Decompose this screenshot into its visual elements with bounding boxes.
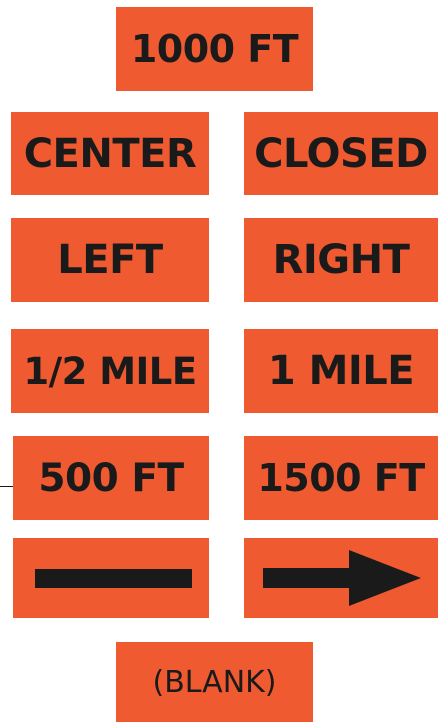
sign-right: RIGHT <box>244 218 438 302</box>
sign-center-label: CENTER <box>23 130 197 177</box>
sign-1000-ft: 1000 FT <box>116 7 313 91</box>
sign-1500-ft: 1500 FT <box>244 436 438 520</box>
sign-arrow <box>244 538 438 618</box>
sign-500-ft: 500 FT <box>13 436 209 520</box>
sign-closed: CLOSED <box>244 112 438 195</box>
sign-closed-label: CLOSED <box>254 130 428 177</box>
sign-right-label: RIGHT <box>272 237 410 283</box>
right-arrow-icon <box>263 550 421 606</box>
leader-line <box>0 486 13 487</box>
sign-center: CENTER <box>11 112 209 195</box>
sign-bar <box>13 538 209 618</box>
sign-left: LEFT <box>11 218 209 302</box>
horizontal-bar-icon <box>35 569 192 588</box>
sign-one-mile: 1 MILE <box>244 329 438 413</box>
sign-500-ft-label: 500 FT <box>38 455 184 501</box>
sign-one-mile-label: 1 MILE <box>267 348 415 394</box>
sign-blank-label: (BLANK) <box>152 664 277 700</box>
sign-half-mile-label: 1/2 MILE <box>23 349 197 393</box>
sign-left-label: LEFT <box>57 237 163 283</box>
sign-1500-ft-label: 1500 FT <box>257 456 425 500</box>
sign-1000-ft-label: 1000 FT <box>130 27 299 71</box>
sign-blank: (BLANK) <box>116 642 313 722</box>
sign-half-mile: 1/2 MILE <box>11 329 209 413</box>
